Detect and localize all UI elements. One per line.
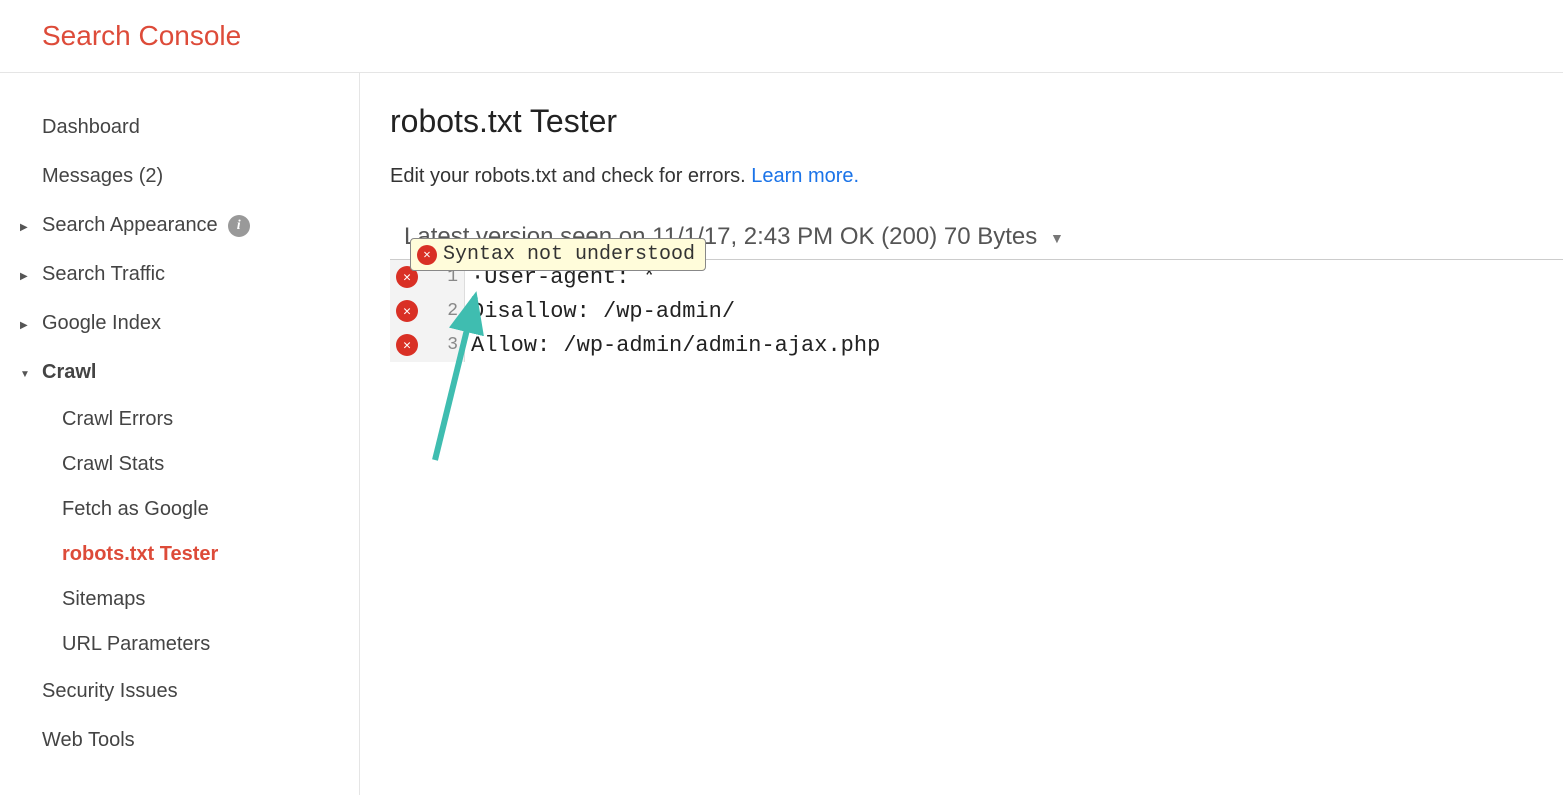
sidebar-subitem-sitemaps[interactable]: Sitemaps bbox=[20, 577, 359, 622]
caret-down-icon bbox=[20, 366, 42, 380]
caret-right-icon bbox=[20, 268, 42, 282]
sidebar-label: Search Appearance bbox=[42, 214, 218, 237]
subtitle: Edit your robots.txt and check for error… bbox=[390, 165, 1563, 188]
sidebar-subitem-url-parameters[interactable]: URL Parameters bbox=[20, 622, 359, 667]
editor-code[interactable]: ·User-agent: * Disallow: /wp-admin/ Allo… bbox=[465, 260, 880, 362]
learn-more-link[interactable]: Learn more. bbox=[751, 165, 859, 187]
sidebar-label: Web Tools bbox=[42, 729, 135, 752]
code-line[interactable]: Disallow: /wp-admin/ bbox=[471, 294, 880, 328]
gutter-row: 3 bbox=[390, 328, 464, 362]
gutter-row: 2 bbox=[390, 294, 464, 328]
line-number: 3 bbox=[424, 335, 458, 355]
error-icon[interactable] bbox=[396, 300, 418, 322]
sidebar-label: Security Issues bbox=[42, 680, 178, 703]
line-number: 2 bbox=[424, 301, 458, 321]
sidebar-label: Search Traffic bbox=[42, 263, 165, 286]
syntax-error-tooltip: Syntax not understood bbox=[410, 238, 706, 271]
sidebar-label: Crawl Stats bbox=[62, 453, 164, 475]
tooltip-text: Syntax not understood bbox=[443, 243, 695, 266]
main-container: Dashboard Messages (2) Search Appearance… bbox=[0, 73, 1563, 795]
caret-right-icon bbox=[20, 219, 42, 233]
sidebar-label: Messages (2) bbox=[42, 165, 163, 188]
sidebar-subitem-fetch-as-google[interactable]: Fetch as Google bbox=[20, 487, 359, 532]
sidebar-item-search-traffic[interactable]: Search Traffic bbox=[20, 250, 359, 299]
sidebar-item-search-appearance[interactable]: Search Appearance i bbox=[20, 201, 359, 250]
sidebar-item-dashboard[interactable]: Dashboard bbox=[20, 103, 359, 152]
app-title: Search Console bbox=[42, 20, 1563, 52]
robots-editor[interactable]: 1 2 3 ·User-agent: * Disallow: /wp-admin… bbox=[390, 260, 1563, 362]
sidebar: Dashboard Messages (2) Search Appearance… bbox=[0, 73, 360, 795]
page-title: robots.txt Tester bbox=[390, 103, 1563, 140]
code-line[interactable]: Allow: /wp-admin/admin-ajax.php bbox=[471, 328, 880, 362]
editor-wrap: Syntax not understood 1 bbox=[390, 259, 1563, 362]
error-icon[interactable] bbox=[396, 334, 418, 356]
sidebar-subitem-crawl-errors[interactable]: Crawl Errors bbox=[20, 397, 359, 442]
info-icon[interactable]: i bbox=[228, 215, 250, 237]
chevron-down-icon: ▼ bbox=[1050, 230, 1064, 246]
sidebar-subitem-robots-tester[interactable]: robots.txt Tester bbox=[20, 532, 359, 577]
sidebar-label: Fetch as Google bbox=[62, 498, 209, 520]
sidebar-item-security-issues[interactable]: Security Issues bbox=[20, 667, 359, 716]
sidebar-item-google-index[interactable]: Google Index bbox=[20, 299, 359, 348]
main-content: robots.txt Tester Edit your robots.txt a… bbox=[360, 73, 1563, 795]
sidebar-label: robots.txt Tester bbox=[62, 543, 218, 565]
caret-right-icon bbox=[20, 317, 42, 331]
error-icon bbox=[417, 245, 437, 265]
sidebar-item-web-tools[interactable]: Web Tools bbox=[20, 716, 359, 765]
editor-gutter: 1 2 3 bbox=[390, 260, 465, 362]
sidebar-item-crawl[interactable]: Crawl bbox=[20, 348, 359, 397]
sidebar-subitem-crawl-stats[interactable]: Crawl Stats bbox=[20, 442, 359, 487]
sidebar-label: Crawl Errors bbox=[62, 408, 173, 430]
sidebar-label: Crawl bbox=[42, 361, 96, 384]
sidebar-label: Google Index bbox=[42, 312, 161, 335]
subtitle-text: Edit your robots.txt and check for error… bbox=[390, 165, 751, 187]
sidebar-label: Sitemaps bbox=[62, 588, 145, 610]
app-header: Search Console bbox=[0, 0, 1563, 73]
sidebar-label: URL Parameters bbox=[62, 633, 210, 655]
sidebar-item-messages[interactable]: Messages (2) bbox=[20, 152, 359, 201]
sidebar-label: Dashboard bbox=[42, 116, 140, 139]
